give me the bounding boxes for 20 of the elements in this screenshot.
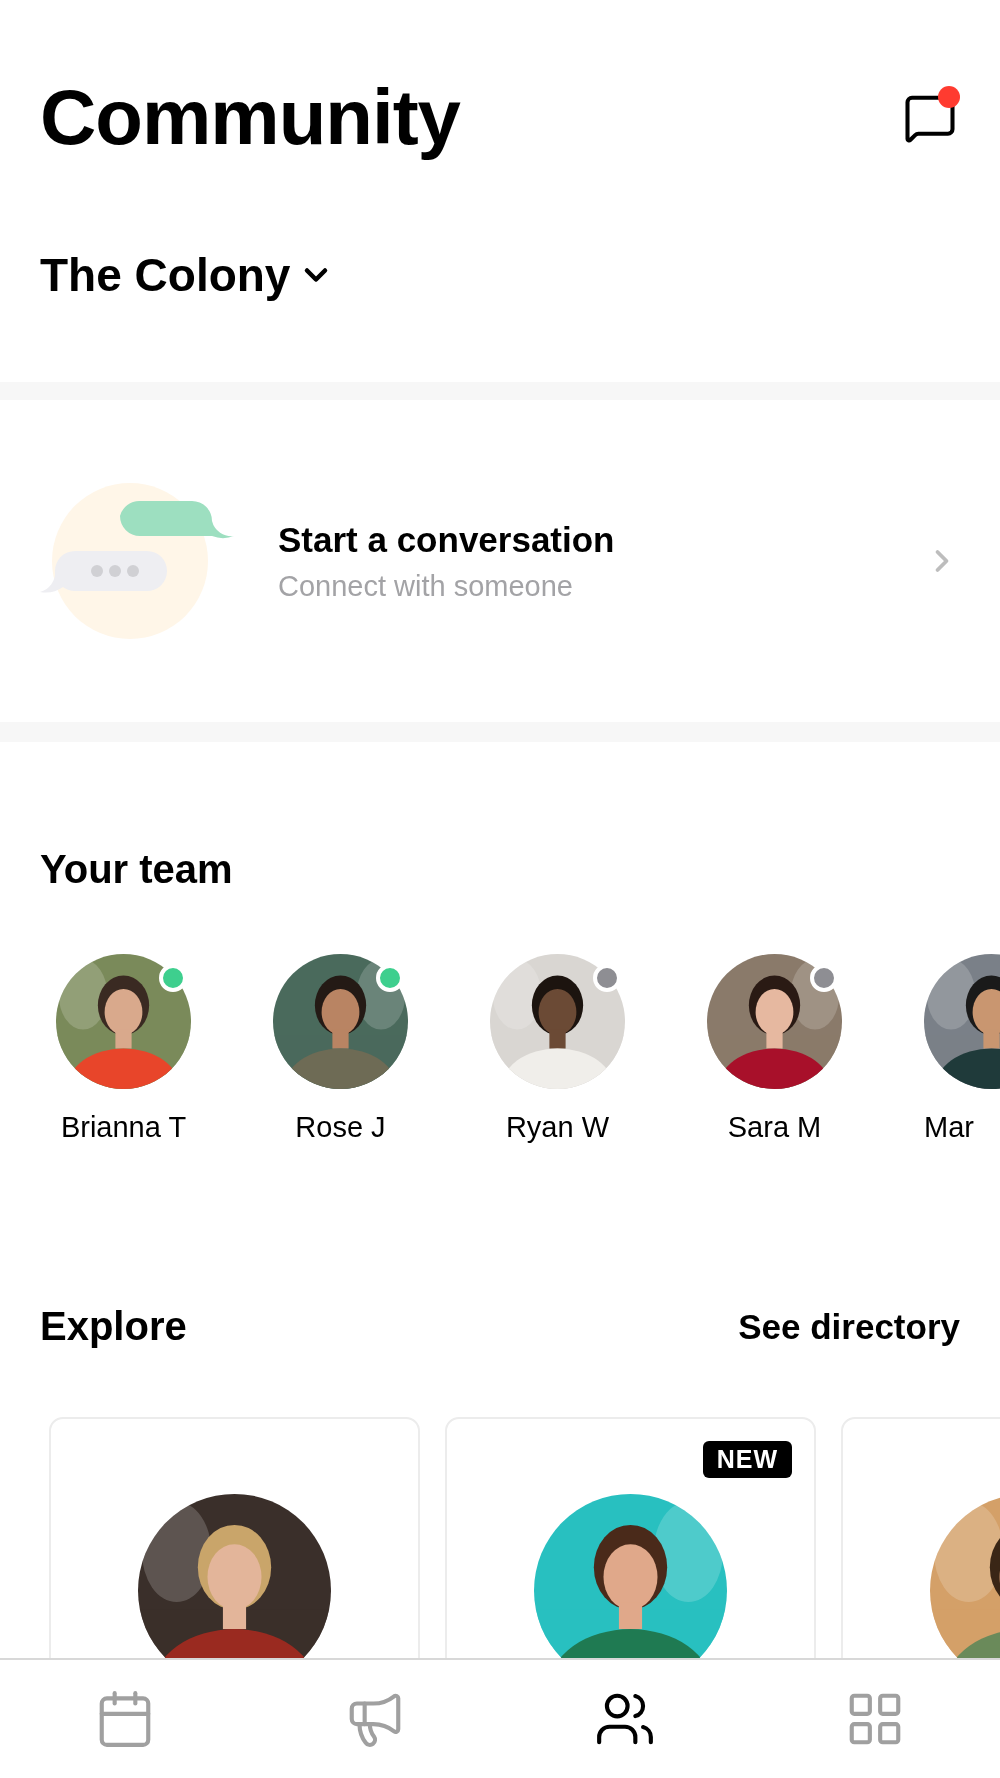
team-member[interactable]: Ryan W	[490, 954, 625, 1144]
see-directory-link[interactable]: See directory	[738, 1306, 960, 1347]
conversation-row[interactable]: Start a conversation Connect with someone	[0, 400, 1000, 722]
conversation-title: Start a conversation	[278, 519, 616, 560]
member-name: Brianna T	[60, 1111, 187, 1144]
section-title: Explore	[40, 1304, 187, 1349]
team-member[interactable]: Brianna T	[56, 954, 191, 1144]
member-name: Mar	[924, 1111, 974, 1144]
new-badge: NEW	[702, 1441, 792, 1478]
community-selector[interactable]: The Colony	[40, 248, 335, 302]
team-member[interactable]: Mar	[924, 954, 1000, 1144]
section-title: Your team	[40, 847, 234, 892]
member-name: Ryan W	[505, 1111, 610, 1144]
conversation-subtitle: Connect with someone	[278, 569, 574, 603]
page-title: Community	[40, 72, 460, 163]
team-member[interactable]: Sara M	[707, 954, 842, 1144]
team-member[interactable]: Rose J	[273, 954, 408, 1144]
member-name: Rose J	[295, 1111, 386, 1144]
profile-card[interactable]: NEW	[445, 1417, 816, 1658]
member-name: Sara M	[727, 1111, 822, 1144]
